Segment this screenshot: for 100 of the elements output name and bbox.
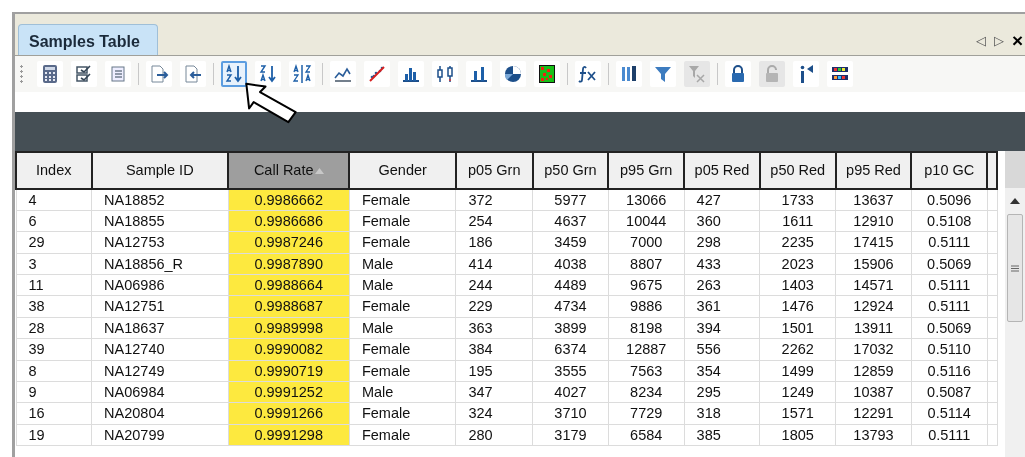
table-cell: 360 <box>684 210 760 232</box>
table-cell: 12291 <box>835 402 912 425</box>
table-cell: Male <box>349 253 456 275</box>
table-cell: NA20799 <box>91 424 228 446</box>
scroll-up-icon[interactable] <box>1010 198 1021 204</box>
toolbar-button[interactable] <box>71 61 97 87</box>
table-cell: 0.5110 <box>911 338 988 361</box>
table-cell: 7000 <box>608 231 685 254</box>
table-cell: 3899 <box>532 317 609 339</box>
toolbar-button[interactable] <box>330 61 356 87</box>
filter-icon <box>653 64 673 84</box>
table-cell: Female <box>349 189 456 211</box>
table-cell: 3555 <box>532 360 609 382</box>
sort-descending-icon <box>258 64 278 84</box>
table-cell: 19 <box>16 424 92 446</box>
toolbar-button[interactable] <box>255 61 281 87</box>
table-cell: 13637 <box>835 189 912 211</box>
vertical-scrollbar[interactable] <box>1005 188 1025 457</box>
toolbar-button[interactable] <box>146 61 172 87</box>
toolbar-button[interactable] <box>289 61 315 87</box>
toolbar-button[interactable] <box>364 61 390 87</box>
toolbar-button[interactable] <box>180 61 206 87</box>
table-cell: Male <box>349 274 456 296</box>
table-cell: 12859 <box>835 360 912 382</box>
table-cell: 1403 <box>759 274 836 296</box>
column-header[interactable]: Index <box>16 152 92 189</box>
toolbar-button[interactable] <box>575 61 601 87</box>
table-cell: NA12740 <box>91 338 228 361</box>
table-cell: 0.5096 <box>911 189 988 211</box>
close-button[interactable]: × <box>1011 31 1023 50</box>
scroll-thumb[interactable] <box>1007 214 1024 322</box>
column-header[interactable]: Call Rate <box>228 152 350 189</box>
table-cell: 372 <box>455 189 533 211</box>
clear-filter-icon <box>687 64 707 84</box>
table-cell: 0.5111 <box>911 231 988 254</box>
toolbar-button[interactable] <box>827 61 853 87</box>
sort-indicator-icon <box>314 167 324 174</box>
table-cell: 2023 <box>759 253 836 275</box>
column-header[interactable]: p05 Grn <box>455 152 533 189</box>
previous-tab-button[interactable]: ◁ <box>975 34 986 47</box>
next-tab-button[interactable]: ▷ <box>993 34 1004 47</box>
table-cell: 7563 <box>608 360 685 382</box>
table-cell: Female <box>349 295 456 318</box>
column-header[interactable]: p50 Grn <box>532 152 609 189</box>
column-header[interactable]: p95 Grn <box>608 152 685 189</box>
export-icon <box>149 64 169 84</box>
table-cell: 195 <box>455 360 533 382</box>
table-cell: 363 <box>455 317 533 339</box>
samples-tab[interactable]: Samples Table <box>18 24 158 55</box>
table-cell: 8234 <box>608 381 685 403</box>
table-cell: 9675 <box>608 274 685 296</box>
column-header[interactable]: p95 Red <box>835 152 912 189</box>
table-cell: 8198 <box>608 317 685 339</box>
table-cell: 1499 <box>759 360 836 382</box>
table-cell: 414 <box>455 253 533 275</box>
column-header[interactable]: p10 GC <box>911 152 988 189</box>
toolbar-grip[interactable] <box>20 64 23 84</box>
table-cell: 3710 <box>532 402 609 425</box>
table-cell: 8807 <box>608 253 685 275</box>
toolbar-button[interactable] <box>432 61 458 87</box>
column-header[interactable]: p05 Red <box>684 152 760 189</box>
checklist-icon <box>74 64 94 84</box>
table-cell: 38 <box>16 295 92 318</box>
column-header[interactable]: p50 Red <box>759 152 836 189</box>
table-cell: 4637 <box>532 210 609 232</box>
table-cell: 13066 <box>608 189 685 211</box>
table-cell: 1733 <box>759 189 836 211</box>
table-cell: 0.5111 <box>911 424 988 446</box>
table-cell: 6584 <box>608 424 685 446</box>
table-cell: NA12751 <box>91 295 228 318</box>
table-cell: 0.5108 <box>911 210 988 232</box>
column-header[interactable]: Gender <box>349 152 456 189</box>
toolbar-button[interactable] <box>500 61 526 87</box>
columns-icon <box>619 64 639 84</box>
table-cell: 254 <box>455 210 533 232</box>
table-cell: 10044 <box>608 210 685 232</box>
toolbar-button[interactable] <box>793 61 819 87</box>
table-cell: 394 <box>684 317 760 339</box>
toolbar-button[interactable] <box>725 61 751 87</box>
table-cell: 3 <box>16 253 92 275</box>
calculator-icon <box>40 64 60 84</box>
table-cell: 10387 <box>835 381 912 403</box>
toolbar-button[interactable] <box>616 61 642 87</box>
table-cell: 347 <box>455 381 533 403</box>
column-header[interactable]: Sample ID <box>91 152 228 189</box>
toolbar-button[interactable] <box>398 61 424 87</box>
table-cell: 2262 <box>759 338 836 361</box>
table-cell: NA12753 <box>91 231 228 254</box>
table-cell: 433 <box>684 253 760 275</box>
table-cell: 12887 <box>608 338 685 361</box>
table-cell: NA18855 <box>91 210 228 232</box>
toolbar-button[interactable] <box>534 61 560 87</box>
table-cell: 361 <box>684 295 760 318</box>
toolbar-button[interactable] <box>466 61 492 87</box>
table-cell: 0.5069 <box>911 317 988 339</box>
table-cell: NA20804 <box>91 402 228 425</box>
table-cell: 298 <box>684 231 760 254</box>
table-cell: Male <box>349 381 456 403</box>
table-cell: NA12749 <box>91 360 228 382</box>
table-cell: 8 <box>16 360 92 382</box>
